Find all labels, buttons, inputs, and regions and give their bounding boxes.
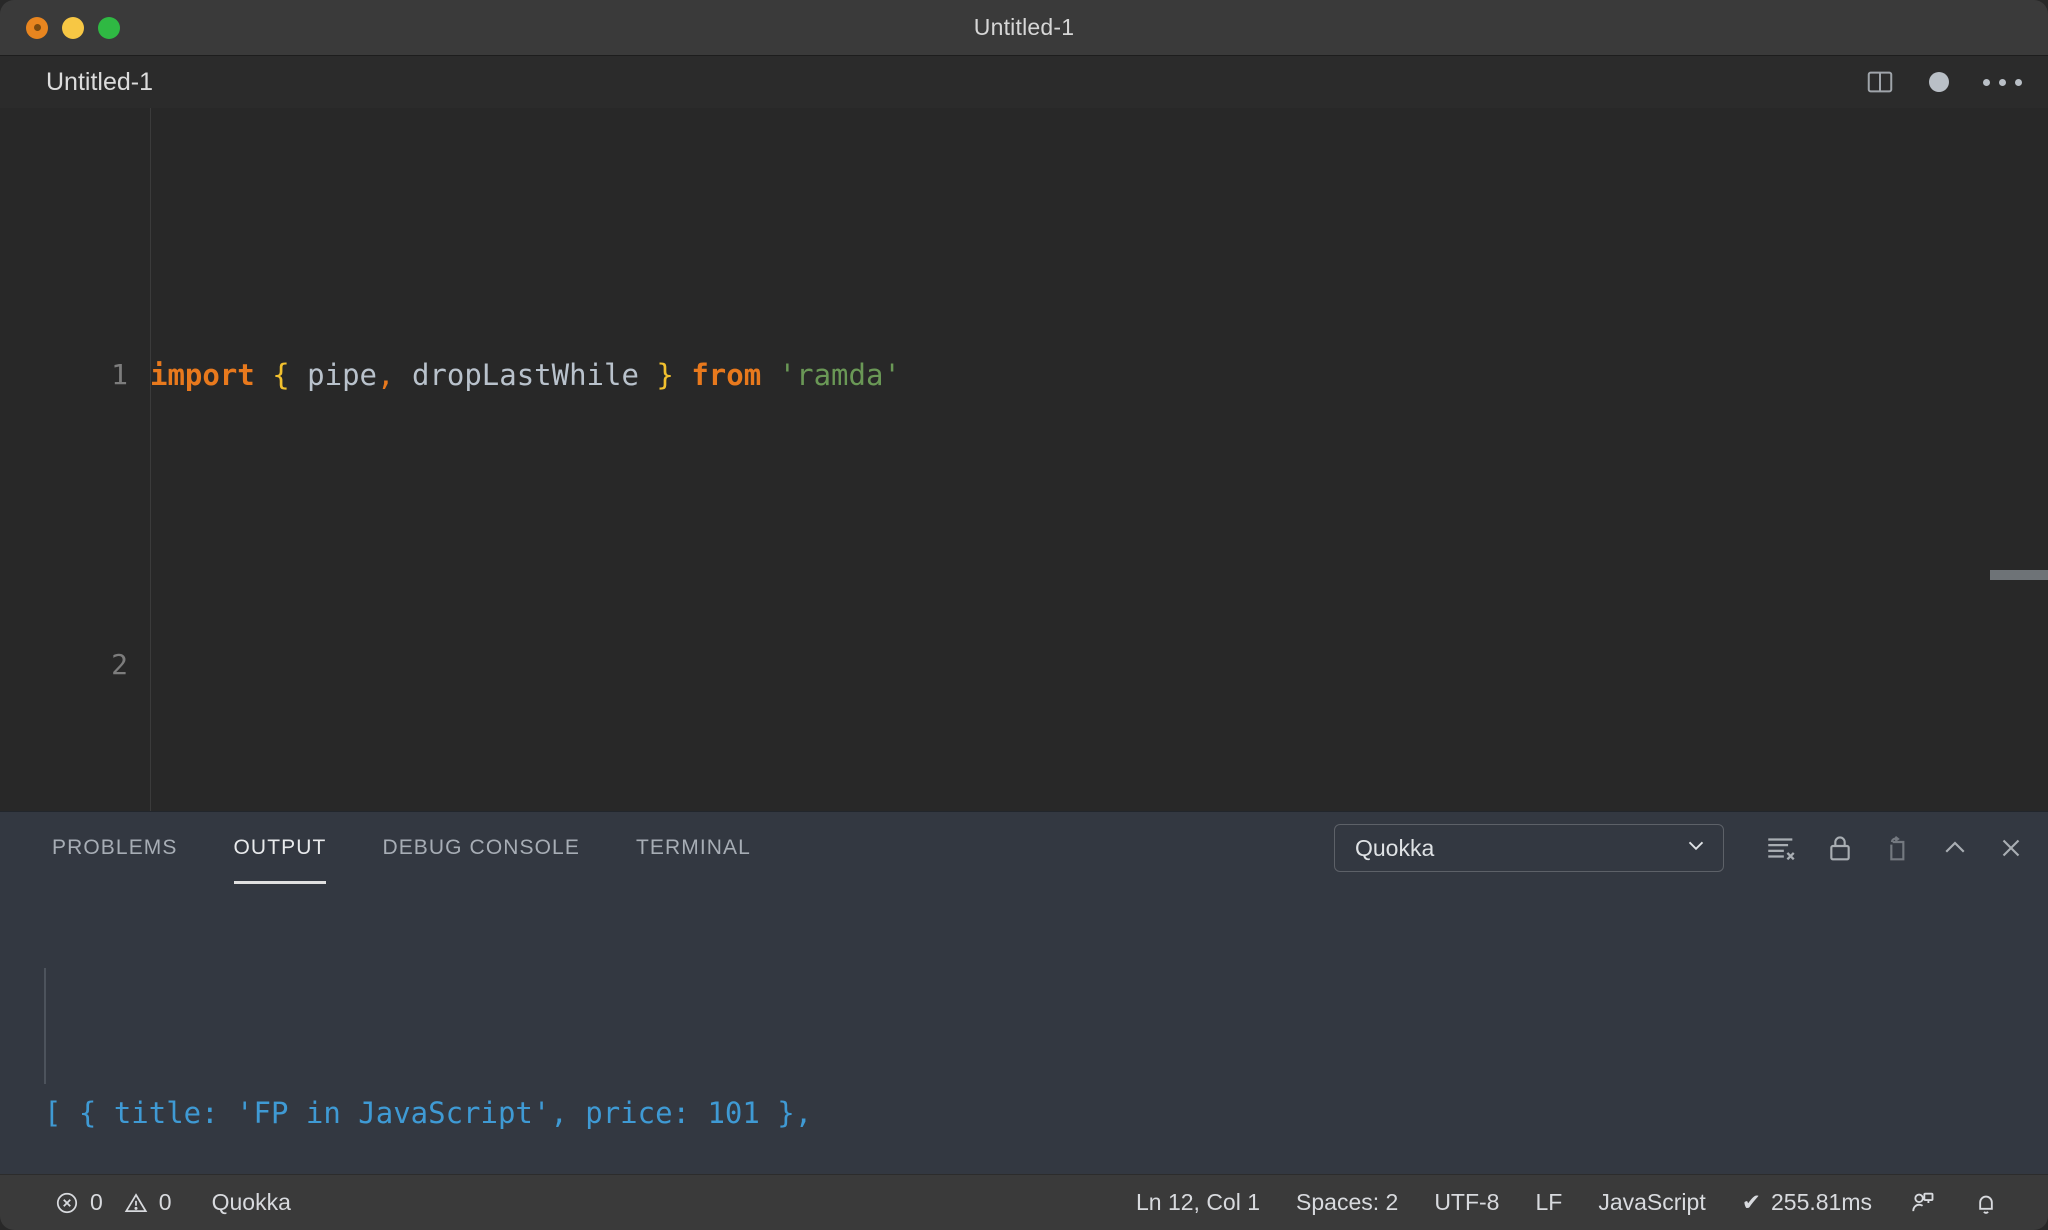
cursor-label: Ln 12, Col 1 (1135, 1189, 1261, 1215)
panel-toolbar: Quokka (1334, 812, 2026, 884)
encoding-label: UTF-8 (1434, 1189, 1500, 1215)
tab-untitled-1[interactable]: Untitled-1 (0, 56, 179, 108)
status-right: Ln 12, Col 1 Spaces: 2 UTF-8 LF JavaScri… (1118, 1189, 2048, 1217)
status-notifications[interactable] (1954, 1189, 2018, 1217)
editor-tab-bar: Untitled-1 (0, 56, 2048, 108)
remote-icon (1908, 1189, 1936, 1217)
token-identifier: dropLastWhile (411, 358, 639, 392)
error-count: 0 (90, 1189, 103, 1215)
status-problems[interactable]: 0 0 (36, 1189, 190, 1216)
window-title: Untitled-1 (973, 14, 1075, 40)
tab-debug-console[interactable]: DEBUG CONSOLE (382, 812, 580, 884)
warning-icon (123, 1190, 149, 1216)
status-runtime[interactable]: ✔ 255.81ms (1724, 1189, 1890, 1216)
unsaved-dot-icon (1929, 72, 1949, 92)
clear-output-icon[interactable] (1764, 831, 1798, 865)
token-brace-close: } (656, 358, 674, 392)
horizontal-scrollbar[interactable] (1990, 570, 2048, 580)
token-brace-open: { (272, 358, 290, 392)
output-view[interactable]: [ { title: 'FP in JavaScript', price: 10… (0, 884, 2048, 1174)
status-remote[interactable] (1890, 1189, 1954, 1217)
tab-label: OUTPUT (233, 836, 327, 859)
open-in-editor-icon[interactable] (1882, 832, 1914, 864)
check-icon: ✔ (1741, 1189, 1761, 1215)
status-encoding[interactable]: UTF-8 (1416, 1189, 1517, 1216)
zoom-button[interactable] (98, 16, 120, 39)
chevron-down-icon (1683, 832, 1709, 864)
tab-label: DEBUG CONSOLE (382, 836, 580, 859)
panel-tab-bar: PROBLEMS OUTPUT DEBUG CONSOLE TERMINAL Q… (0, 812, 2048, 884)
warning-count: 0 (158, 1189, 172, 1215)
code-line: 1 import { pipe, dropLastWhile } from 'r… (0, 346, 2048, 404)
code-content[interactable]: 1 import { pipe, dropLastWhile } from 'r… (0, 108, 2048, 811)
bell-icon (1972, 1189, 2000, 1217)
close-button[interactable] (26, 16, 48, 39)
status-quokka[interactable]: Quokka (190, 1189, 309, 1216)
language-label: JavaScript (1598, 1189, 1706, 1215)
window-title-bar: Untitled-1 (0, 0, 2048, 56)
tab-label: TERMINAL (635, 836, 751, 859)
token-string: 'ramda' (778, 358, 901, 392)
line-tokens: import { pipe, dropLastWhile } from 'ram… (150, 346, 2048, 404)
status-cursor-position[interactable]: Ln 12, Col 1 (1118, 1189, 1278, 1216)
close-panel-icon[interactable] (1996, 833, 2026, 863)
traffic-lights (0, 16, 120, 39)
status-extension-label: Quokka (211, 1189, 291, 1215)
eol-label: LF (1535, 1189, 1563, 1215)
bottom-panel: PROBLEMS OUTPUT DEBUG CONSOLE TERMINAL Q… (0, 811, 2048, 1174)
tab-terminal[interactable]: TERMINAL (636, 812, 751, 884)
code-editor[interactable]: 1 import { pipe, dropLastWhile } from 'r… (0, 108, 2048, 811)
token-identifier: pipe (307, 358, 378, 392)
output-line: [ { title: 'FP in JavaScript', price: 10… (44, 1096, 813, 1130)
line-number: 2 (111, 648, 128, 681)
minimize-button[interactable] (62, 16, 84, 39)
vscode-window: Untitled-1 Untitled-1 1 import {pipe, d… (0, 0, 2048, 1230)
more-actions-icon[interactable] (1983, 78, 2022, 86)
output-channel-select[interactable]: Quokka (1334, 824, 1724, 872)
status-language-mode[interactable]: JavaScript (1580, 1189, 1723, 1216)
runtime-label: 255.81ms (1770, 1189, 1872, 1215)
output-channel-value: Quokka (1355, 834, 1435, 861)
code-line: 2 (0, 636, 2048, 694)
indentation-label: Spaces: 2 (1296, 1189, 1399, 1215)
token-keyword: import (150, 358, 255, 392)
output-indent-guide (44, 968, 46, 1084)
lock-scroll-icon[interactable] (1824, 832, 1856, 864)
maximize-panel-icon[interactable] (1940, 833, 1970, 863)
tab-output[interactable]: OUTPUT (233, 812, 327, 884)
tab-problems[interactable]: PROBLEMS (52, 812, 178, 884)
error-icon (54, 1190, 80, 1216)
editor-actions (1865, 56, 2022, 108)
token-comma: , (377, 358, 395, 392)
status-eol[interactable]: LF (1517, 1189, 1580, 1216)
tab-label: PROBLEMS (52, 836, 178, 859)
status-indentation[interactable]: Spaces: 2 (1278, 1189, 1416, 1216)
token-keyword: from (691, 358, 762, 392)
output-content: [ { title: 'FP in JavaScript', price: 10… (0, 910, 2048, 1174)
status-bar: 0 0 Quokka Ln 12, Col 1 Spaces: 2 UTF-8 … (0, 1174, 2048, 1230)
tab-label: Untitled-1 (46, 67, 153, 96)
line-number: 1 (111, 358, 128, 391)
status-left: 0 0 Quokka (0, 1189, 309, 1216)
split-editor-icon[interactable] (1865, 67, 1895, 97)
